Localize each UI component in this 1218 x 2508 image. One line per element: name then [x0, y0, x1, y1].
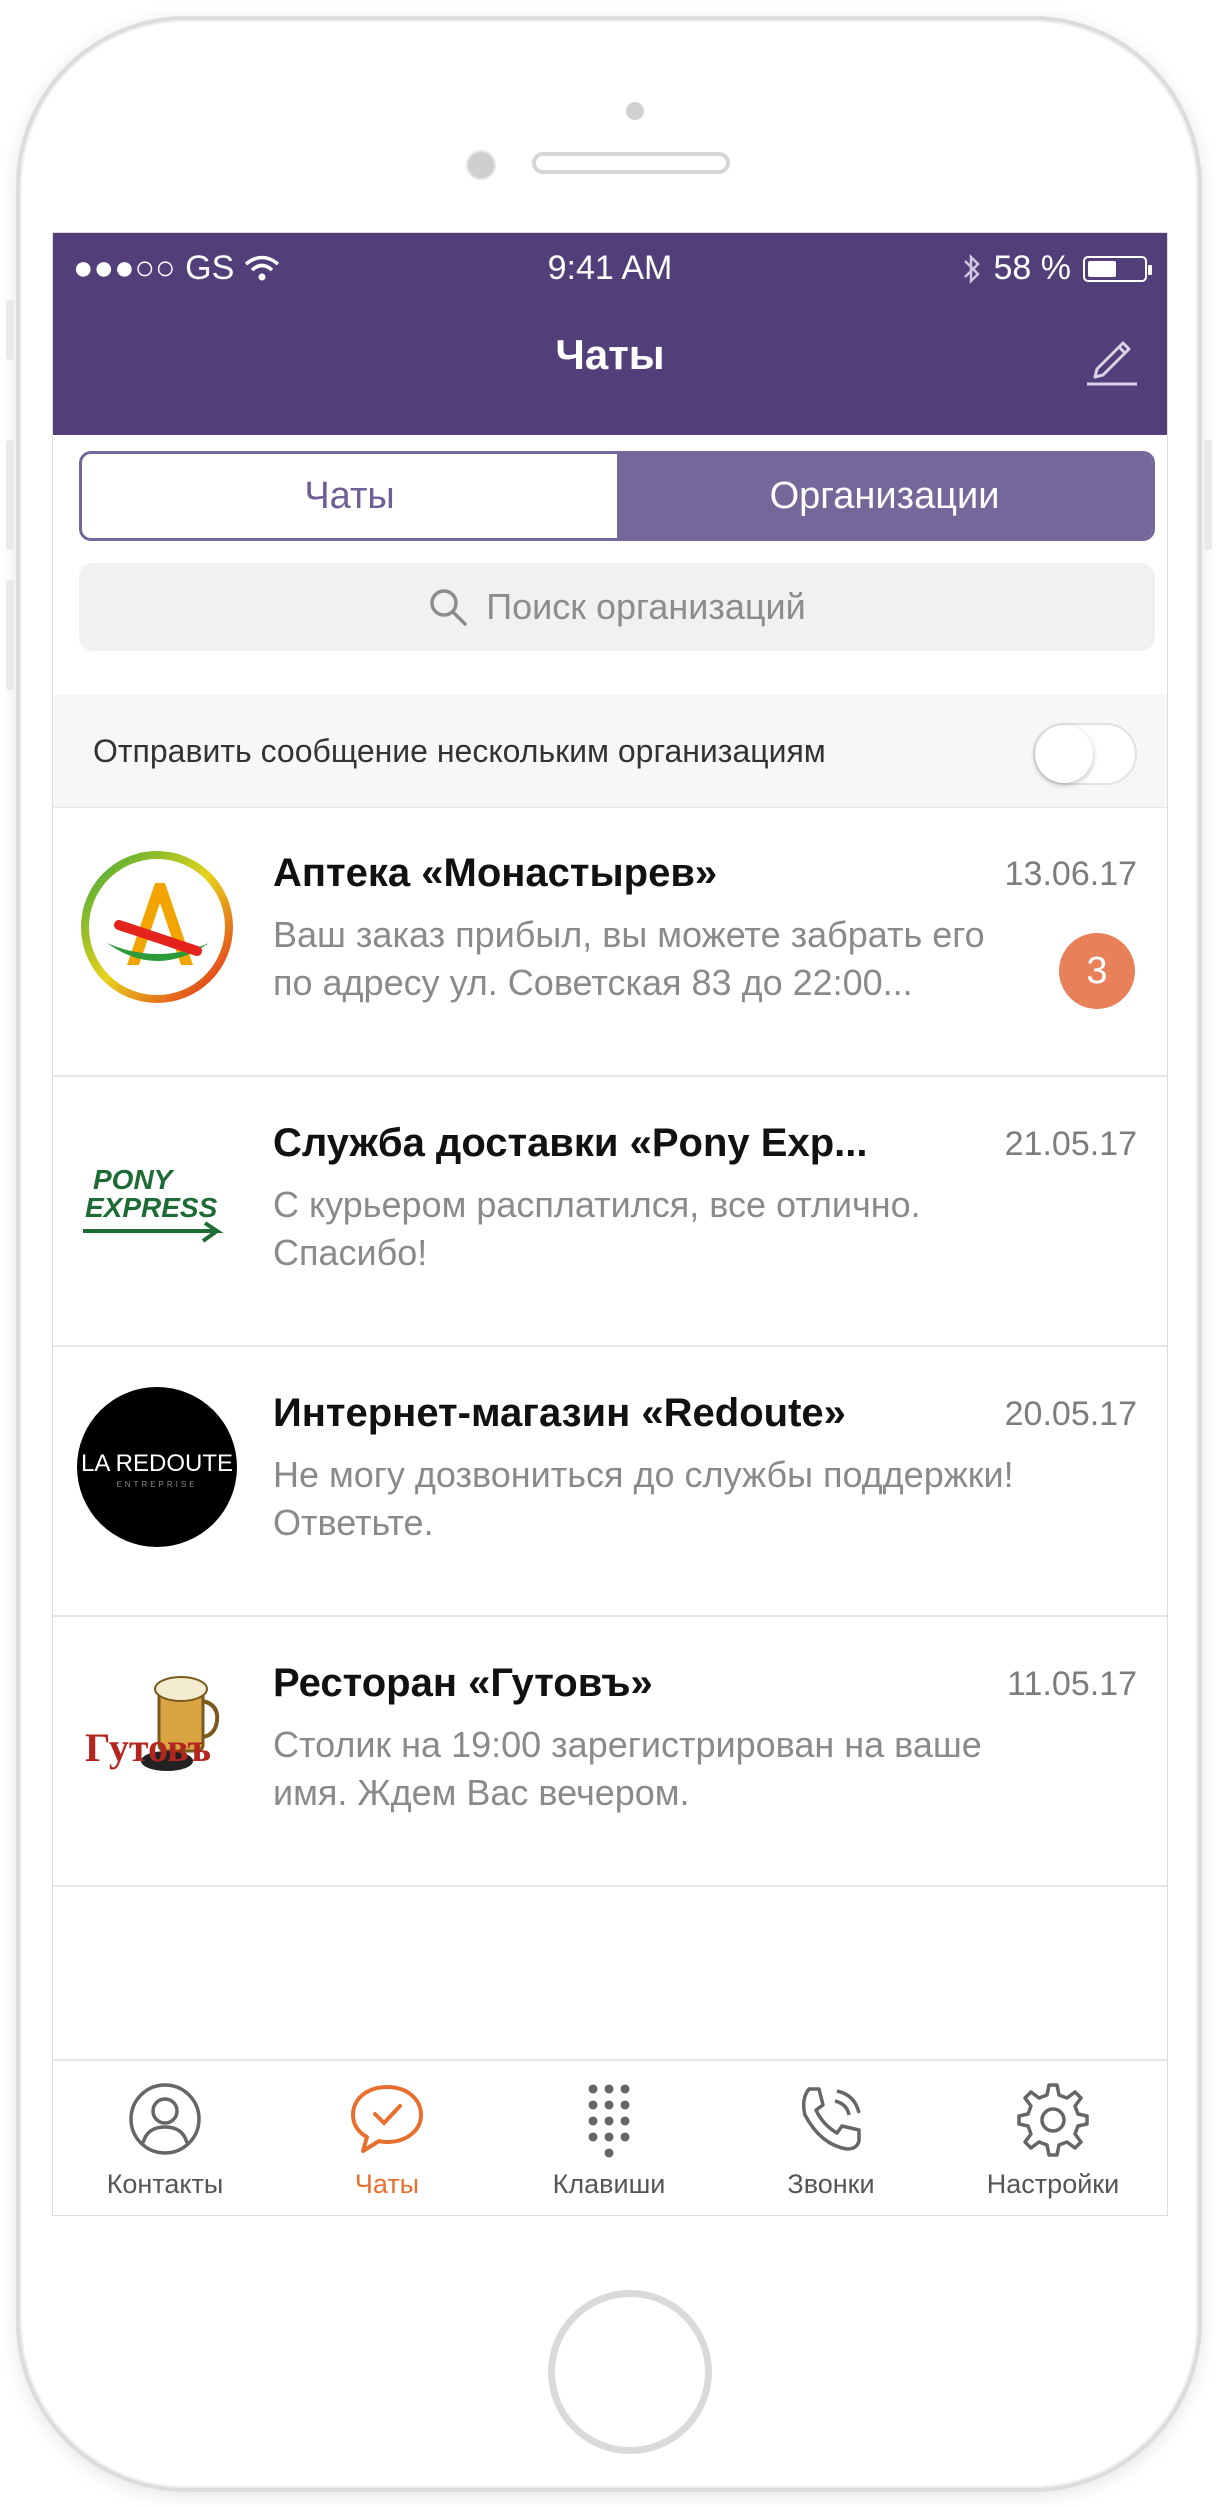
compose-icon[interactable] — [1083, 329, 1141, 387]
chat-date: 13.06.17 — [1004, 855, 1137, 893]
front-camera — [466, 150, 496, 180]
power-button — [1204, 440, 1212, 550]
home-button[interactable] — [548, 2290, 712, 2454]
tab-keypad[interactable]: Клавиши — [509, 2079, 709, 2200]
restaurant-logo: Гутовъ — [77, 1657, 237, 1817]
broadcast-row: Отправить сообщение нескольким организац… — [53, 695, 1167, 808]
svg-text:EXPRESS: EXPRESS — [85, 1192, 218, 1223]
svg-text:PONY: PONY — [93, 1164, 175, 1195]
search-placeholder: Поиск организаций — [486, 586, 806, 627]
chat-row-restaurant[interactable]: Гутовъ Ресторан «Гутовъ» 11.05.17 Столик… — [53, 1617, 1167, 1887]
tab-label: Настройки — [986, 2169, 1120, 2199]
chat-name: Ресторан «Гутовъ» — [273, 1661, 653, 1705]
pony-express-logo: PONY EXPRESS — [77, 1117, 237, 1277]
bluetooth-icon — [963, 253, 980, 284]
chat-name: Служба доставки «Pony Exp... — [273, 1121, 868, 1165]
chat-row-pony-express[interactable]: PONY EXPRESS Служба доставки «Pony Exp..… — [53, 1077, 1167, 1347]
chat-name: Интернет-магазин «Redoute» — [273, 1391, 846, 1435]
chats-organizations-segmented-control: Чаты Организации — [79, 451, 1155, 541]
chat-preview: Не могу дозвониться до службы поддержки!… — [273, 1454, 1014, 1543]
redoute-logo: LA REDOUTE ENTREPRISE — [77, 1387, 237, 1547]
tab-chats-bottom[interactable]: Чаты — [287, 2079, 487, 2200]
volume-down-button — [6, 580, 14, 690]
chat-date: 20.05.17 — [1004, 1395, 1137, 1433]
svg-text:ENTREPRISE: ENTREPRISE — [116, 1480, 197, 1489]
tab-settings[interactable]: Настройки — [953, 2079, 1153, 2200]
chats-icon — [351, 2085, 423, 2153]
top-bar: ●●●○○ GS 9:41 AM 58 % Чаты — [53, 233, 1167, 435]
chat-preview: Столик на 19:00 зарегистрирован на ваше … — [273, 1724, 982, 1813]
status-bar: ●●●○○ GS 9:41 AM 58 % — [53, 249, 1167, 289]
tab-label: Контакты — [106, 2169, 224, 2199]
tab-organizations[interactable]: Организации — [617, 454, 1152, 538]
chat-name: Аптека «Монастырев» — [273, 851, 718, 895]
chat-row-redoute[interactable]: LA REDOUTE ENTREPRISE Интернет-магазин «… — [53, 1347, 1167, 1617]
chat-preview: Ваш заказ прибыл, вы можете забрать его … — [273, 914, 985, 1003]
tab-label: Звонки — [787, 2169, 875, 2199]
organization-chat-list: Аптека «Монастырев» 13.06.17 Ваш заказ п… — [53, 807, 1167, 1887]
contacts-icon — [129, 2083, 201, 2155]
tab-label: Клавиши — [552, 2169, 666, 2199]
battery-icon — [1083, 255, 1152, 282]
settings-icon — [1017, 2083, 1089, 2157]
volume-up-button — [6, 440, 14, 550]
app-screen: ●●●○○ GS 9:41 AM 58 % Чаты Чаты Организа… — [52, 232, 1168, 2216]
svg-text:Гутовъ: Гутовъ — [85, 1725, 211, 1770]
mute-switch — [6, 300, 14, 360]
broadcast-toggle[interactable] — [1033, 723, 1137, 785]
battery-percent: 58 % — [993, 249, 1072, 287]
search-field[interactable]: Поиск организаций — [79, 563, 1155, 651]
chat-date: 21.05.17 — [1004, 1125, 1137, 1163]
bottom-tab-bar: Контакты Чаты Клавиши Звонки Настройки — [53, 2059, 1167, 2215]
unread-badge: 3 — [1059, 933, 1135, 1009]
tab-label: Чаты — [354, 2169, 420, 2199]
chat-preview: С курьером расплатился, все отлично. Спа… — [273, 1184, 921, 1273]
search-icon — [430, 589, 467, 626]
chat-row-pharmacy[interactable]: Аптека «Монастырев» 13.06.17 Ваш заказ п… — [53, 807, 1167, 1077]
earpiece-speaker — [532, 152, 730, 174]
tab-chats[interactable]: Чаты — [82, 454, 617, 538]
chat-date: 11.05.17 — [1007, 1665, 1137, 1703]
pharmacy-logo — [77, 847, 237, 1007]
tab-calls[interactable]: Звонки — [731, 2079, 931, 2200]
svg-text:LA REDOUTE: LA REDOUTE — [81, 1450, 233, 1477]
page-title: Чаты — [555, 331, 665, 378]
tab-contacts[interactable]: Контакты — [65, 2079, 265, 2200]
sensor-dot — [626, 102, 644, 120]
broadcast-label: Отправить сообщение нескольким организац… — [93, 733, 826, 769]
keypad-icon — [588, 2084, 630, 2158]
calls-icon — [801, 2087, 861, 2151]
